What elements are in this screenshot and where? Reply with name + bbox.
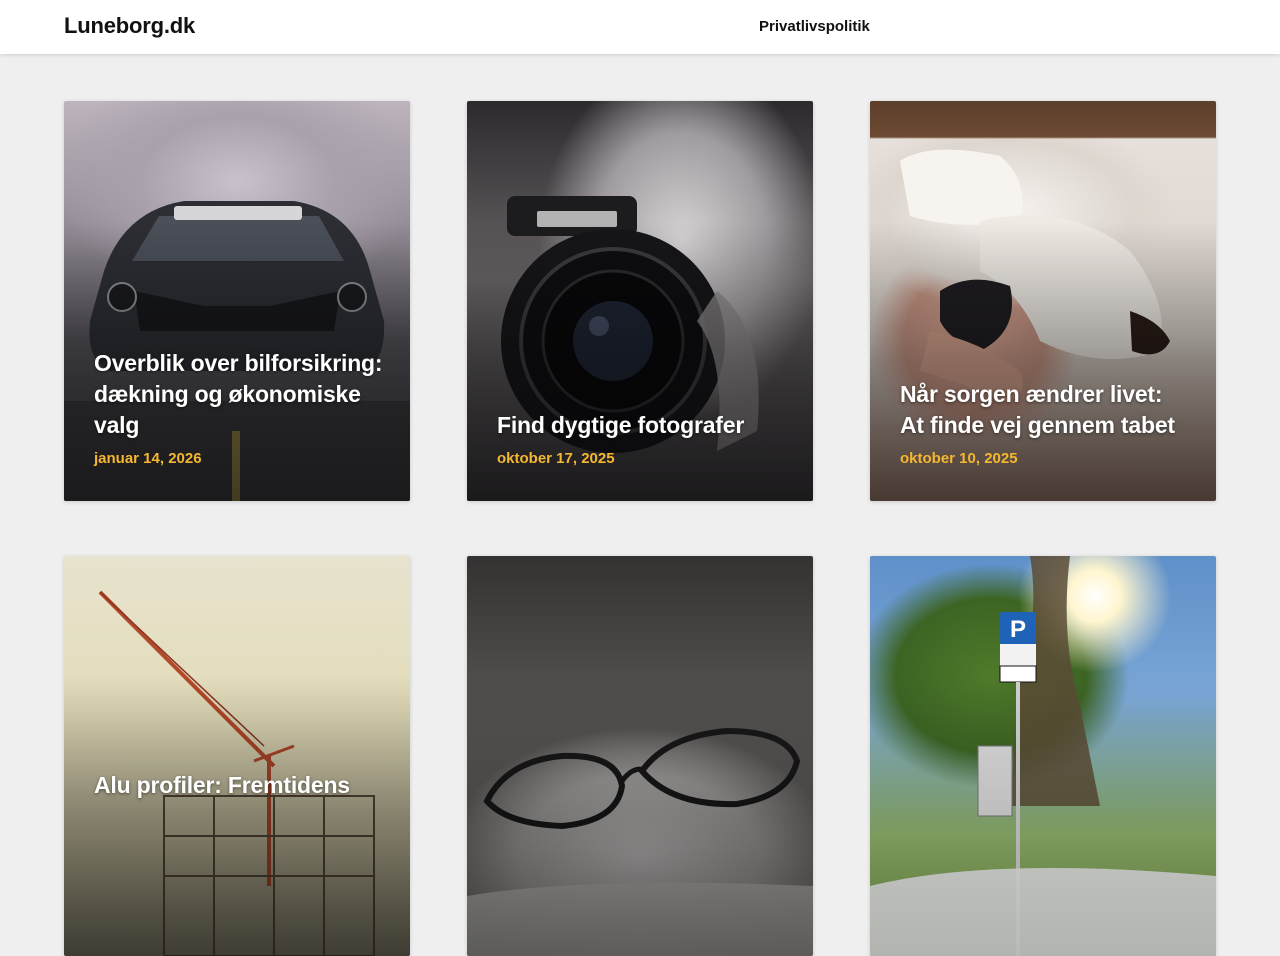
article-title: Alu profiler: Fremtidens [94, 772, 350, 798]
article-title: Find dygtige fotografer [497, 412, 745, 438]
card-content: Find dygtige fotografer oktober 17, 2025 [497, 410, 787, 469]
article-title: Overblik over bilforsikring: dækning og … [94, 350, 383, 438]
site-header: Luneborg.dk Privatlivspolitik [0, 0, 1280, 54]
article-card[interactable]: Alu profiler: Fremtidens [64, 556, 410, 956]
card-content: Overblik over bilforsikring: dækning og … [94, 348, 384, 469]
article-title: Når sorgen ændrer livet: At finde vej ge… [900, 381, 1175, 438]
article-card[interactable]: Find dygtige fotografer oktober 17, 2025 [467, 101, 813, 501]
site-logo-link[interactable]: Luneborg.dk [64, 13, 195, 39]
nav-link-privacy[interactable]: Privatlivspolitik [759, 18, 870, 35]
article-card[interactable] [467, 556, 813, 956]
card-content: Når sorgen ændrer livet: At finde vej ge… [900, 379, 1190, 469]
card-content: Alu profiler: Fremtidens [94, 770, 384, 809]
article-date: januar 14, 2026 [94, 450, 202, 467]
article-date: oktober 10, 2025 [900, 450, 1018, 467]
article-date: oktober 17, 2025 [497, 450, 615, 467]
article-card[interactable]: Når sorgen ændrer livet: At finde vej ge… [870, 101, 1216, 501]
article-card[interactable]: Overblik over bilforsikring: dækning og … [64, 101, 410, 501]
article-card[interactable]: P [870, 556, 1216, 956]
